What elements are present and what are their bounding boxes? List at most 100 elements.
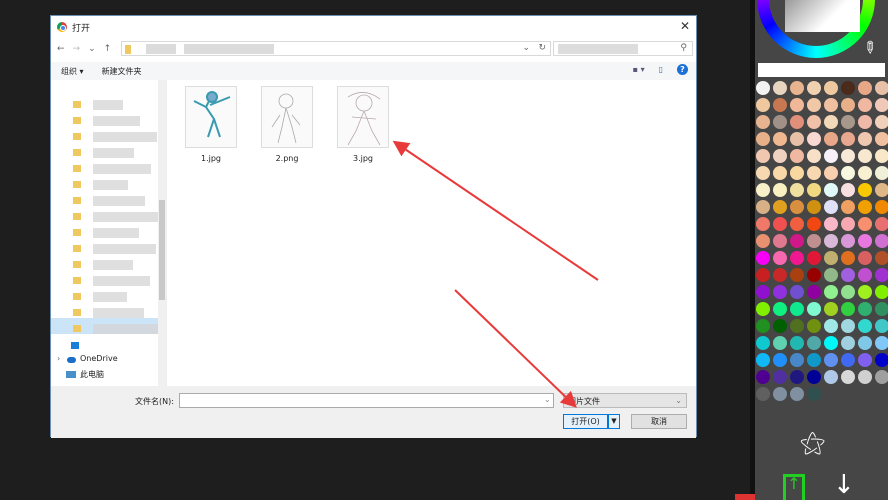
color-swatch[interactable] bbox=[790, 217, 804, 231]
color-swatch[interactable] bbox=[824, 149, 838, 163]
color-swatch[interactable] bbox=[807, 166, 821, 180]
color-swatch[interactable] bbox=[773, 370, 787, 384]
eyedropper-icon[interactable]: ✎ bbox=[858, 36, 881, 59]
color-swatch[interactable] bbox=[790, 149, 804, 163]
color-swatch[interactable] bbox=[773, 115, 787, 129]
color-swatch[interactable] bbox=[756, 115, 770, 129]
color-swatch[interactable] bbox=[790, 387, 804, 401]
color-swatch[interactable] bbox=[841, 183, 855, 197]
color-swatch[interactable] bbox=[790, 166, 804, 180]
color-swatch[interactable] bbox=[756, 98, 770, 112]
color-swatch[interactable] bbox=[773, 285, 787, 299]
color-swatch[interactable] bbox=[858, 200, 872, 214]
color-swatch[interactable] bbox=[773, 319, 787, 333]
color-swatch[interactable] bbox=[790, 251, 804, 265]
color-swatch[interactable] bbox=[807, 319, 821, 333]
color-swatch[interactable] bbox=[807, 200, 821, 214]
color-swatch[interactable] bbox=[841, 268, 855, 282]
color-swatch[interactable] bbox=[841, 98, 855, 112]
color-swatch[interactable] bbox=[773, 268, 787, 282]
color-swatch[interactable] bbox=[824, 81, 838, 95]
color-swatch[interactable] bbox=[807, 234, 821, 248]
color-swatch[interactable] bbox=[841, 302, 855, 316]
color-swatch[interactable] bbox=[875, 370, 888, 384]
color-swatch[interactable] bbox=[841, 132, 855, 146]
color-swatch[interactable] bbox=[858, 234, 872, 248]
color-swatch[interactable] bbox=[807, 353, 821, 367]
color-swatch[interactable] bbox=[841, 234, 855, 248]
color-swatch[interactable] bbox=[807, 183, 821, 197]
color-swatch[interactable] bbox=[841, 149, 855, 163]
color-swatch[interactable] bbox=[756, 251, 770, 265]
color-swatch[interactable] bbox=[773, 302, 787, 316]
color-swatch[interactable] bbox=[824, 132, 838, 146]
color-swatch[interactable] bbox=[773, 183, 787, 197]
color-swatch[interactable] bbox=[824, 115, 838, 129]
color-swatch[interactable] bbox=[773, 166, 787, 180]
color-swatch[interactable] bbox=[875, 149, 888, 163]
color-swatch[interactable] bbox=[824, 319, 838, 333]
color-swatch[interactable] bbox=[841, 251, 855, 265]
color-swatch[interactable] bbox=[858, 336, 872, 350]
color-swatch[interactable] bbox=[773, 132, 787, 146]
color-hex-field[interactable] bbox=[758, 63, 885, 77]
color-swatch[interactable] bbox=[824, 200, 838, 214]
color-swatch[interactable] bbox=[807, 98, 821, 112]
color-swatch[interactable] bbox=[773, 200, 787, 214]
color-swatch[interactable] bbox=[790, 132, 804, 146]
color-swatch[interactable] bbox=[841, 336, 855, 350]
color-swatch[interactable] bbox=[756, 132, 770, 146]
color-swatch[interactable] bbox=[790, 183, 804, 197]
color-swatch[interactable] bbox=[790, 268, 804, 282]
color-swatch[interactable] bbox=[773, 149, 787, 163]
upload-icon[interactable]: ↑ bbox=[783, 474, 805, 500]
color-swatch[interactable] bbox=[841, 319, 855, 333]
color-swatch[interactable] bbox=[807, 115, 821, 129]
color-swatch[interactable] bbox=[790, 234, 804, 248]
color-swatch[interactable] bbox=[824, 166, 838, 180]
color-swatch[interactable] bbox=[773, 234, 787, 248]
color-swatch[interactable] bbox=[841, 200, 855, 214]
color-swatch[interactable] bbox=[756, 81, 770, 95]
color-swatch[interactable] bbox=[756, 285, 770, 299]
color-swatch[interactable] bbox=[756, 234, 770, 248]
saturation-square[interactable] bbox=[785, 0, 860, 32]
color-swatch[interactable] bbox=[875, 81, 888, 95]
color-swatch[interactable] bbox=[875, 217, 888, 231]
color-swatch[interactable] bbox=[756, 387, 770, 401]
color-swatch[interactable] bbox=[807, 268, 821, 282]
color-swatch[interactable] bbox=[790, 98, 804, 112]
color-swatch[interactable] bbox=[858, 353, 872, 367]
color-swatch[interactable] bbox=[790, 200, 804, 214]
color-swatch[interactable] bbox=[841, 166, 855, 180]
color-swatch[interactable] bbox=[807, 387, 821, 401]
color-swatch[interactable] bbox=[858, 251, 872, 265]
color-swatch[interactable] bbox=[824, 98, 838, 112]
color-swatch[interactable] bbox=[875, 268, 888, 282]
color-swatch[interactable] bbox=[807, 149, 821, 163]
color-swatch[interactable] bbox=[875, 115, 888, 129]
color-swatch[interactable] bbox=[756, 370, 770, 384]
color-swatch[interactable] bbox=[858, 285, 872, 299]
color-swatch[interactable] bbox=[824, 353, 838, 367]
color-swatch[interactable] bbox=[790, 285, 804, 299]
color-swatch[interactable] bbox=[756, 200, 770, 214]
color-swatch[interactable] bbox=[858, 132, 872, 146]
color-swatch[interactable] bbox=[875, 132, 888, 146]
color-swatch[interactable] bbox=[858, 115, 872, 129]
color-swatch[interactable] bbox=[773, 81, 787, 95]
magic-wand-icon[interactable]: ⚝ bbox=[800, 428, 825, 459]
color-swatch[interactable] bbox=[858, 319, 872, 333]
color-swatch[interactable] bbox=[875, 285, 888, 299]
color-swatch[interactable] bbox=[790, 115, 804, 129]
color-swatch[interactable] bbox=[841, 115, 855, 129]
color-swatch[interactable] bbox=[773, 387, 787, 401]
color-swatch[interactable] bbox=[875, 166, 888, 180]
color-swatch[interactable] bbox=[858, 166, 872, 180]
color-swatch[interactable] bbox=[858, 268, 872, 282]
color-swatch[interactable] bbox=[875, 251, 888, 265]
color-swatch[interactable] bbox=[858, 149, 872, 163]
color-swatch[interactable] bbox=[841, 81, 855, 95]
color-swatch[interactable] bbox=[773, 336, 787, 350]
color-swatch[interactable] bbox=[756, 353, 770, 367]
